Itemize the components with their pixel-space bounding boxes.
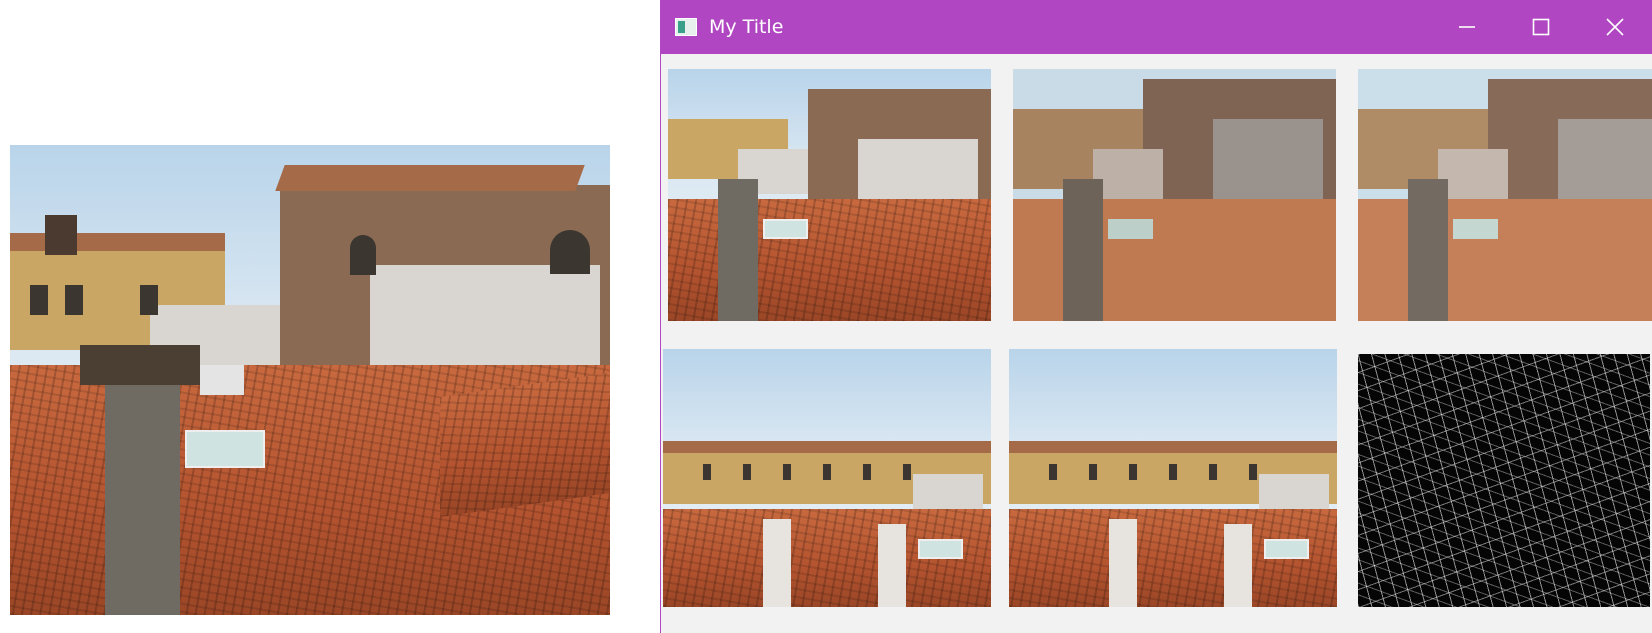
app-icon [675, 18, 697, 36]
grid-image-original-wide [663, 349, 991, 607]
title-bar[interactable]: My Title [661, 0, 1652, 54]
grid-image-posterized-soft [1358, 69, 1652, 321]
screen: My Title [0, 0, 1652, 633]
grid-image-original [668, 69, 991, 321]
close-icon [1606, 18, 1624, 36]
grid-image-posterized [1013, 69, 1336, 321]
window-title: My Title [709, 16, 784, 38]
window-controls [1430, 0, 1652, 54]
close-button[interactable] [1578, 0, 1652, 54]
minimize-icon [1459, 26, 1475, 28]
grid-image-original-wide-copy [1009, 349, 1337, 607]
image-grid [661, 54, 1652, 633]
minimize-button[interactable] [1430, 0, 1504, 54]
rooftops-photo-preview [10, 145, 610, 615]
maximize-icon [1532, 18, 1550, 36]
maximize-button[interactable] [1504, 0, 1578, 54]
app-window: My Title [660, 0, 1652, 633]
grid-image-edge-detect [1358, 354, 1650, 607]
